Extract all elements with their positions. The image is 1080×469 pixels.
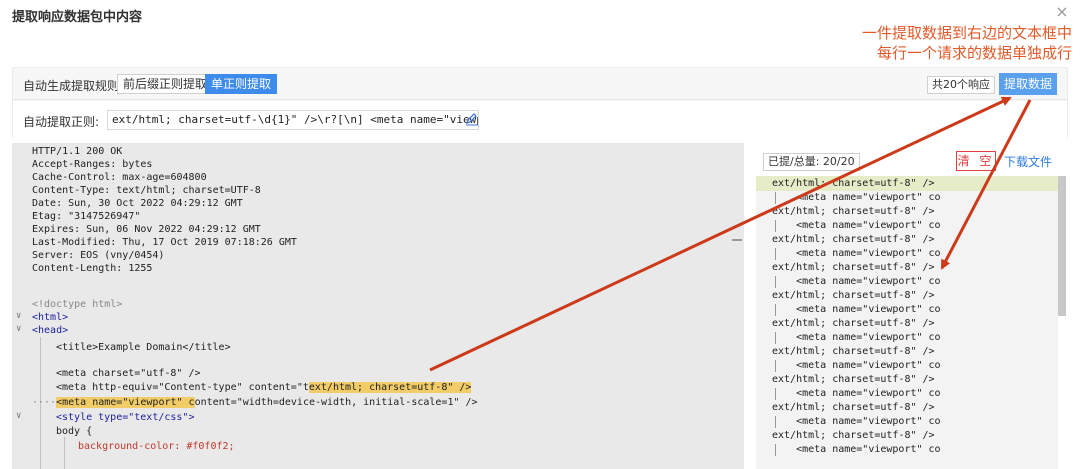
response-viewer[interactable]: HTTP/1.1 200 OK Accept-Ranges: bytes Cac… — [12, 143, 744, 469]
rule-panel: 自动生成提取规则 前后缀正则提取 单正则提取 共20个响应 提取数据 自动提取正… — [12, 67, 1068, 139]
css-body-selector: body { — [56, 426, 93, 437]
html-open-line: <html> — [32, 312, 69, 323]
mode-single-regex-button[interactable]: 单正则提取 — [205, 74, 278, 94]
result-line: ext/html; charset=utf-8" /> — [772, 234, 935, 245]
result-line: <meta name="viewport" co — [772, 248, 941, 259]
highlight-match: <meta name="viewport" c — [56, 397, 195, 408]
clear-button[interactable]: 清 空 — [956, 151, 996, 171]
meta-http-equiv-prefix: <meta http-equiv="Content-type" content=… — [56, 382, 309, 393]
pencil-icon[interactable] — [465, 112, 479, 126]
indent-guide — [775, 192, 776, 204]
doctype-line: <!doctype html> — [32, 299, 123, 310]
meta-http-equiv-line: <meta http-equiv="Content-type" content=… — [56, 381, 472, 394]
rule-label: 自动生成提取规则 — [23, 79, 120, 93]
head-open-line: <head> — [32, 325, 69, 336]
extract-data-button[interactable]: 提取数据 — [999, 73, 1057, 95]
result-line: ext/html; charset=utf-8" /> — [772, 318, 935, 329]
indent-guide — [775, 220, 776, 232]
fold-chevron-icon[interactable]: ∨ — [16, 311, 26, 321]
fold-chevron-icon[interactable]: ∨ — [16, 324, 26, 334]
result-line: ext/html; charset=utf-8" /> — [772, 262, 935, 273]
results-textarea[interactable]: ext/html; charset=utf-8" /> <meta name="… — [756, 176, 1058, 469]
result-line: <meta name="viewport" co — [772, 276, 941, 287]
result-line: ext/html; charset=utf-8" /> — [772, 346, 935, 357]
rule-toolbar: 自动生成提取规则 前后缀正则提取 单正则提取 共20个响应 提取数据 — [13, 68, 1067, 100]
indent-guide — [775, 304, 776, 316]
header-line: Server: EOS (vny/0454) — [32, 250, 165, 261]
result-line: <meta name="viewport" co — [772, 444, 941, 455]
title-line: <title>Example Domain</title> — [56, 342, 231, 353]
annotation-line-1: 一件提取数据到右边的文本框中 — [861, 24, 1072, 42]
regex-row: 自动提取正则: ext/html; charset=utf-\d{1}" />\… — [13, 101, 1067, 139]
results-toolbar: 已提/总量: 20/20 清 空 下载文件 — [756, 150, 1068, 174]
header-line: Expires: Sun, 06 Nov 2022 04:29:12 GMT — [32, 224, 261, 235]
results-scrollbar[interactable] — [1058, 176, 1066, 316]
result-line: <meta name="viewport" co — [772, 192, 941, 203]
meta-viewport-line: ····<meta name="viewport" content="width… — [32, 397, 478, 408]
meta-charset-line: <meta charset="utf-8" /> — [56, 368, 201, 379]
extracted-ratio: 已提/总量: 20/20 — [763, 153, 860, 171]
style-open-line: <style type="text/css"> — [56, 412, 195, 423]
css-background-line: background-color: #f0f0f2; — [78, 441, 235, 452]
header-line: Content-Length: 1255 — [32, 263, 153, 274]
result-line: ext/html; charset=utf-8" /> — [772, 430, 935, 441]
header-line: Date: Sun, 30 Oct 2022 04:29:12 GMT — [32, 198, 243, 209]
indent-guide — [775, 248, 776, 260]
result-line: ext/html; charset=utf-8" /> — [772, 374, 935, 385]
meta-viewport-rest: ontent="width=device-width, initial-scal… — [194, 397, 478, 408]
mode-prefix-suffix-button[interactable]: 前后缀正则提取 — [117, 74, 214, 94]
result-line: ext/html; charset=utf-8" /> — [772, 206, 935, 217]
result-line: ext/html; charset=utf-8" /> — [756, 176, 1058, 191]
fold-chevron-icon[interactable]: ∨ — [16, 411, 26, 421]
indent-guide — [775, 444, 776, 456]
annotation-callout: 一件提取数据到右边的文本框中 每行一个请求的数据单独成行 — [802, 23, 1072, 63]
result-line: <meta name="viewport" co — [772, 416, 941, 427]
result-line: <meta name="viewport" co — [772, 332, 941, 343]
indent-guide — [64, 437, 65, 469]
result-line: ext/html; charset=utf-8" /> — [772, 290, 935, 301]
header-line: Cache-Control: max-age=604800 — [32, 172, 207, 183]
download-file-link[interactable]: 下载文件 — [1004, 153, 1052, 170]
annotation-line-2: 每行一个请求的数据单独成行 — [876, 44, 1072, 62]
regex-label: 自动提取正则: — [23, 115, 100, 129]
highlight-match: ext/html; charset=utf-8" /> — [308, 382, 472, 393]
indent-guide — [775, 416, 776, 428]
header-line: Accept-Ranges: bytes — [32, 159, 153, 170]
result-line: <meta name="viewport" co — [772, 360, 941, 371]
minimap-marker — [732, 239, 742, 241]
result-line: ext/html; charset=utf-8" /> — [772, 402, 935, 413]
indent-guide — [775, 388, 776, 400]
header-line: Content-Type: text/html; charset=UTF-8 — [32, 185, 261, 196]
indent-guide — [775, 360, 776, 372]
header-line: HTTP/1.1 200 OK — [32, 146, 123, 157]
indent-guide — [775, 276, 776, 288]
result-line: <meta name="viewport" co — [772, 388, 941, 399]
regex-input[interactable]: ext/html; charset=utf-\d{1}" />\r?[\n] <… — [107, 110, 479, 130]
header-line: Etag: "3147526947" — [32, 211, 141, 222]
indent-guide — [775, 332, 776, 344]
result-line: <meta name="viewport" co — [772, 304, 941, 315]
dialog-title: 提取响应数据包中内容 — [12, 10, 143, 25]
result-line: <meta name="viewport" co — [772, 220, 941, 231]
header-line: Last-Modified: Thu, 17 Oct 2019 07:18:26… — [32, 237, 297, 248]
close-icon[interactable]: × — [1054, 4, 1070, 20]
response-count-badge: 共20个响应 — [927, 76, 995, 94]
